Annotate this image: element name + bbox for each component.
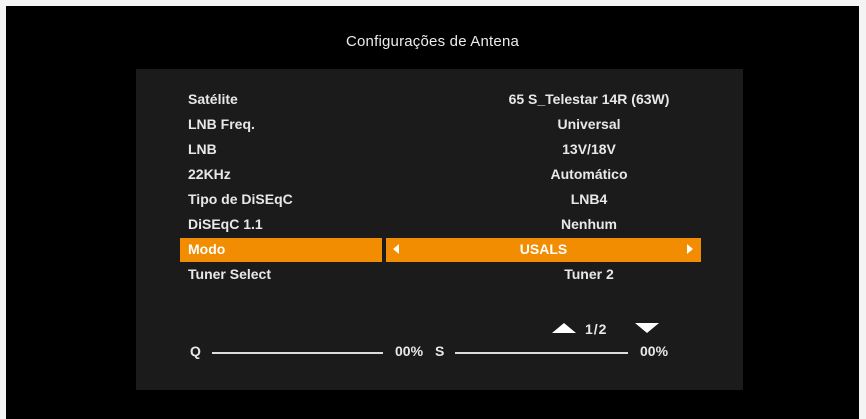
page-down-icon[interactable] (635, 323, 659, 333)
page-indicator: 1/2 (585, 321, 608, 337)
setting-row-mode[interactable]: Modo USALS (180, 238, 701, 262)
setting-label: LNB Freq. (188, 116, 255, 132)
setting-value: USALS (519, 241, 568, 257)
setting-label: Tipo de DiSEqC (188, 191, 293, 207)
setting-label: 22KHz (188, 166, 231, 182)
signal-strength: S 00% (435, 341, 715, 361)
setting-value: Tuner 2 (564, 266, 614, 282)
setting-value: Universal (557, 116, 621, 132)
setting-value: Nenhum (561, 216, 617, 232)
arrow-right-icon[interactable] (687, 244, 693, 254)
setting-row-tuner-select[interactable]: Tuner Select Tuner 2 (180, 263, 700, 287)
page-up-icon[interactable] (552, 323, 576, 333)
setting-value: LNB4 (570, 191, 608, 207)
signal-quality-label: Q (190, 343, 201, 359)
page-title: Configurações de Antena (345, 33, 520, 50)
signal-quality-percent: 00% (395, 343, 424, 359)
setting-row-22khz[interactable]: 22KHz Automático (180, 163, 700, 187)
signal-strength-bar (455, 352, 628, 354)
signal-quality: Q 00% (190, 341, 440, 361)
tv-screen: Configurações de Antena Satélite 65 S_Te… (6, 6, 859, 419)
signal-strength-label: S (435, 343, 445, 359)
signal-quality-bar (212, 352, 383, 354)
signal-strength-percent: 00% (640, 343, 669, 359)
setting-value: Automático (550, 166, 628, 182)
setting-label: Modo (188, 241, 226, 257)
setting-value: 13V/18V (562, 141, 616, 157)
setting-value: 65 S_Telestar 14R (63W) (508, 91, 670, 107)
setting-row-lnb[interactable]: LNB 13V/18V (180, 138, 700, 162)
settings-panel: Satélite 65 S_Telestar 14R (63W) LNB Fre… (136, 69, 743, 390)
setting-label: Tuner Select (188, 266, 271, 282)
setting-label: DiSEqC 1.1 (188, 216, 263, 232)
setting-row-satellite[interactable]: Satélite 65 S_Telestar 14R (63W) (180, 88, 700, 112)
setting-label: LNB (188, 141, 217, 157)
setting-row-lnb-freq[interactable]: LNB Freq. Universal (180, 113, 700, 137)
setting-label: Satélite (188, 91, 238, 107)
setting-row-diseqc-type[interactable]: Tipo de DiSEqC LNB4 (180, 188, 700, 212)
setting-row-diseqc-1-1[interactable]: DiSEqC 1.1 Nenhum (180, 213, 700, 237)
